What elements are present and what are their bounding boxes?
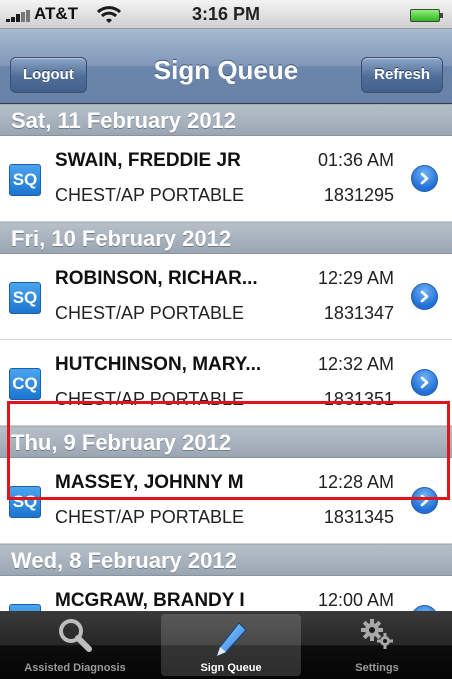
page-title: Sign Queue: [153, 55, 299, 85]
list-item[interactable]: SQ SWAIN, FREDDIE JR CHEST/AP PORTABLE 01:3…: [0, 136, 452, 222]
procedure-label: CHEST/AP PORTABLE: [55, 389, 245, 409]
magnifier-icon: [59, 619, 92, 652]
list-item[interactable]: SQMCGRAW, BRANDY ICT ACCESSORY CHA...12:…: [0, 576, 452, 611]
study-time: 12:32 AM: [317, 354, 394, 374]
disclosure-button[interactable]: [411, 487, 438, 514]
gears-icon: [361, 619, 393, 649]
procedure-label: CHEST/AP PORTABLE: [55, 507, 245, 527]
clock: 3:16 PM: [191, 4, 261, 24]
queue-type-badge: CQ: [9, 368, 41, 400]
section-header: Thu, 9 February 2012: [0, 426, 452, 458]
tab-label: Sign Queue: [200, 662, 262, 674]
chevron-right-icon: [420, 376, 429, 389]
battery-icon: [410, 9, 443, 22]
tab-label: Assisted Diagnosis: [24, 662, 126, 674]
tab-settings[interactable]: Settings: [302, 611, 452, 679]
study-time: 12:00 AM: [317, 590, 394, 610]
procedure-label: CHEST/AP PORTABLE: [55, 185, 245, 205]
sign-queue-list[interactable]: Sat, 11 February 2012 SQ SWAIN, FREDDIE JR…: [0, 104, 452, 611]
study-time: 12:29 AM: [317, 268, 394, 288]
patient-name: ROBINSON, RICHAR...: [55, 268, 258, 289]
queue-type-badge: SQ: [9, 282, 41, 314]
list-item[interactable]: SQ MASSEY, JOHNNY M CHEST/AP PORTABLE 12:28…: [0, 458, 452, 544]
chevron-right-icon: [420, 172, 429, 185]
tab-bar: Assisted Diagnosis Sign Queue Settings: [0, 611, 452, 679]
chevron-right-icon: [420, 494, 429, 507]
list-item[interactable]: CQ HUTCHINSON, MARY... CHEST/AP PORTABLE 12…: [0, 340, 452, 426]
navigation-bar: Logout Sign Queue Refresh: [0, 29, 452, 104]
queue-type-badge: SQ: [9, 164, 41, 196]
tab-assisted-diagnosis[interactable]: Assisted Diagnosis: [0, 611, 150, 679]
logout-button[interactable]: Logout: [10, 57, 87, 93]
chevron-right-icon: [420, 290, 429, 303]
section-header: Fri, 10 February 2012: [0, 222, 452, 254]
disclosure-button[interactable]: [411, 165, 438, 192]
section-header: Sat, 11 February 2012: [0, 104, 452, 136]
disclosure-button[interactable]: [411, 369, 438, 396]
tab-sign-queue[interactable]: Sign Queue: [161, 614, 301, 676]
patient-name: MCGRAW, BRANDY I: [55, 590, 245, 611]
queue-type-badge: SQ: [9, 486, 41, 518]
accession-number: 1831295: [323, 185, 394, 205]
study-time: 01:36 AM: [317, 150, 394, 170]
status-bar: AT&T 3:16 PM: [0, 0, 452, 29]
patient-name: MASSEY, JOHNNY M: [55, 472, 244, 493]
accession-number: 1831351: [323, 389, 394, 409]
list-item[interactable]: SQ ROBINSON, RICHAR... CHEST/AP PORTABLE 12…: [0, 254, 452, 340]
refresh-button[interactable]: Refresh: [361, 57, 443, 93]
study-time: 12:28 AM: [317, 472, 394, 492]
accession-number: 1831347: [323, 303, 394, 323]
tab-label: Settings: [355, 662, 399, 674]
patient-name: HUTCHINSON, MARY...: [55, 354, 262, 375]
queue-type-badge: SQ: [9, 604, 41, 611]
disclosure-button[interactable]: [411, 283, 438, 310]
section-header: Wed, 8 February 2012: [0, 544, 452, 576]
accession-number: 1831345: [323, 507, 394, 527]
patient-name: SWAIN, FREDDIE JR: [55, 150, 241, 171]
pencil-icon: [216, 622, 247, 657]
procedure-label: CHEST/AP PORTABLE: [55, 303, 245, 323]
